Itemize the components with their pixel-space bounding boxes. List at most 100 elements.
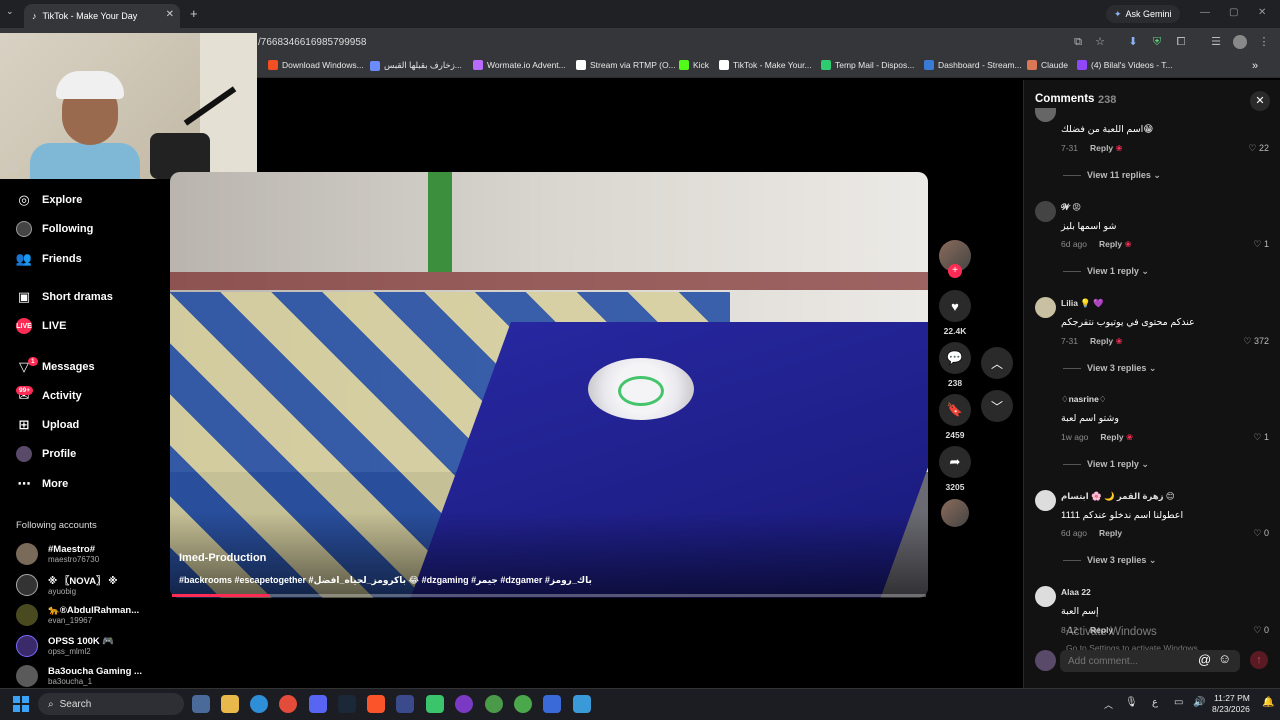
emoji-icon[interactable]: ☺	[1218, 651, 1231, 666]
bookmark-0[interactable]: Download Windows...	[268, 60, 364, 70]
view-replies-button[interactable]: View 3 replies ⌄	[1063, 555, 1156, 566]
comment-input[interactable]	[1060, 650, 1240, 672]
profile-avatar-icon[interactable]	[1233, 35, 1247, 49]
view-replies-button[interactable]: View 3 replies ⌄	[1063, 363, 1156, 374]
bookmark-star-icon[interactable]: ☆	[1093, 35, 1107, 49]
sidebar-item-short-dramas[interactable]: ▣ Short dramas	[16, 289, 113, 305]
avatar[interactable]	[1035, 201, 1056, 222]
bookmark-6[interactable]: Temp Mail - Dispos...	[821, 60, 914, 70]
app-icon[interactable]	[426, 695, 444, 713]
app-icon[interactable]	[573, 695, 591, 713]
sidebar-item-upload[interactable]: ⊞ Upload	[16, 417, 80, 433]
app-icon[interactable]	[543, 695, 561, 713]
discord-icon[interactable]	[309, 695, 327, 713]
extensions-icon[interactable]: ⧠	[1174, 35, 1188, 49]
share-button[interactable]: ➦ 3205	[938, 446, 972, 492]
comment-username[interactable]: 𝓦 😡	[1061, 202, 1081, 213]
reply-button[interactable]: Reply	[1099, 528, 1122, 538]
following-account[interactable]: OPSS 100K 🎮 opss_mlml2	[16, 635, 114, 657]
file-explorer-icon[interactable]	[221, 695, 239, 713]
ask-gemini-button[interactable]: ✦ Ask Gemini	[1106, 5, 1180, 23]
windows-start-button[interactable]	[13, 696, 29, 712]
edge-icon[interactable]	[250, 695, 268, 713]
bookmark-2[interactable]: Wormate.io Advent...	[473, 60, 566, 70]
reply-button[interactable]: Reply	[1090, 336, 1113, 346]
comment-like-button[interactable]: ♡ 0	[1253, 528, 1269, 539]
sidebar-item-profile[interactable]: Profile	[16, 446, 76, 462]
bookmark-1[interactable]: زخارف بقبلها القبس...	[370, 60, 462, 71]
follow-plus-icon[interactable]: +	[948, 264, 962, 278]
taskview-icon[interactable]	[192, 695, 210, 713]
following-account[interactable]: Ba3oucha Gaming ... ba3oucha_1	[16, 665, 142, 687]
reply-button[interactable]: Reply	[1099, 239, 1122, 249]
comment-like-button[interactable]: ♡ 1	[1253, 239, 1269, 250]
close-tab-icon[interactable]: ✕	[166, 9, 174, 20]
avatar[interactable]	[1035, 297, 1056, 318]
maximize-icon[interactable]: ▢	[1229, 7, 1238, 18]
bookmark-5[interactable]: TikTok - Make Your...	[719, 60, 812, 70]
save-button[interactable]: 🔖 2459	[938, 394, 972, 440]
next-video-button[interactable]: ﹀	[981, 390, 1013, 422]
avatar[interactable]	[1035, 586, 1056, 607]
download-icon[interactable]: ⬇	[1126, 35, 1140, 49]
bookmarks-overflow-icon[interactable]: »	[1252, 60, 1258, 72]
video-player[interactable]	[170, 172, 928, 598]
view-replies-button[interactable]: View 1 reply ⌄	[1063, 459, 1149, 470]
sidebar-item-following[interactable]: Following	[16, 221, 93, 237]
taskbar-clock[interactable]: 11:27 PM 8/23/2026	[1212, 693, 1250, 715]
comment-like-button[interactable]: ♡ 22	[1248, 143, 1269, 154]
tray-chevron-icon[interactable]: ︿	[1104, 698, 1113, 711]
reply-button[interactable]: Reply	[1100, 432, 1123, 442]
sidebar-item-friends[interactable]: 👥 Friends	[16, 251, 82, 267]
steam-icon[interactable]	[338, 695, 356, 713]
browser-tab[interactable]: ♪ TikTok - Make Your Day ✕	[24, 4, 180, 28]
notifications-icon[interactable]: 🔔	[1262, 697, 1274, 708]
close-window-icon[interactable]: ✕	[1258, 7, 1266, 18]
creator-avatar-button[interactable]: +	[938, 240, 972, 278]
address-bar[interactable]: /7668346616985799958	[258, 37, 366, 48]
new-tab-button[interactable]: +	[190, 6, 198, 21]
bookmark-9[interactable]: (4) Bilal's Videos - T...	[1077, 60, 1173, 70]
previous-video-button[interactable]: ︿	[981, 347, 1013, 379]
chrome-icon[interactable]	[279, 695, 297, 713]
following-account[interactable]: ※ 〖NOVA〗 ※ ayuobig	[16, 573, 118, 596]
comment-username[interactable]: زهرة القمر 🌙 🌸 ابتسام 😊	[1061, 491, 1175, 502]
video-author[interactable]: Imed-Production	[179, 552, 266, 564]
shield-icon[interactable]: ⛨	[1150, 35, 1164, 49]
language-indicator[interactable]: ع	[1152, 697, 1158, 708]
brave-icon[interactable]	[367, 695, 385, 713]
minimize-icon[interactable]: —	[1200, 7, 1210, 18]
reading-list-icon[interactable]: ☰	[1209, 35, 1223, 49]
send-comment-button[interactable]: ↑	[1250, 651, 1268, 669]
comment-button[interactable]: 💬 238	[938, 342, 972, 388]
avatar[interactable]	[1035, 490, 1056, 511]
view-replies-button[interactable]: View 1 reply ⌄	[1063, 266, 1149, 277]
chrome-profile-icon[interactable]	[485, 695, 503, 713]
app-icon[interactable]	[396, 695, 414, 713]
menu-icon[interactable]: ⋮	[1257, 35, 1271, 49]
sidebar-item-explore[interactable]: ◎ Explore	[16, 192, 82, 208]
bookmark-7[interactable]: Dashboard - Stream...	[924, 60, 1022, 70]
sound-avatar-button[interactable]	[938, 499, 972, 527]
obs-icon[interactable]	[455, 695, 473, 713]
reply-button[interactable]: Reply	[1090, 143, 1113, 153]
close-comments-button[interactable]: ✕	[1250, 91, 1270, 111]
volume-icon[interactable]: 🔊	[1193, 697, 1205, 708]
network-icon[interactable]: ▭	[1174, 697, 1183, 708]
view-replies-button[interactable]: View 11 replies ⌄	[1063, 170, 1161, 181]
video-progress-bar[interactable]	[172, 594, 926, 597]
bookmark-8[interactable]: Claude	[1027, 60, 1068, 70]
bookmark-3[interactable]: Stream via RTMP (O...	[576, 60, 676, 70]
mention-icon[interactable]: @	[1198, 652, 1211, 667]
comment-like-button[interactable]: ♡ 0	[1253, 625, 1269, 636]
chrome-profile-icon[interactable]	[514, 695, 532, 713]
install-app-icon[interactable]: ⧉	[1071, 35, 1085, 49]
like-button[interactable]: ♥ 22.4K	[938, 290, 972, 336]
taskbar-search[interactable]: ⌕ Search	[38, 693, 184, 715]
tab-search-icon[interactable]: ⌄	[6, 6, 14, 17]
microphone-icon[interactable]: 🎙	[1125, 697, 1138, 708]
following-account[interactable]: #Maestro# maestro76730	[16, 543, 99, 565]
sidebar-item-more[interactable]: ⋯ More	[16, 476, 69, 492]
sidebar-item-live[interactable]: LIVE LIVE	[16, 318, 66, 334]
bookmark-4[interactable]: Kick	[679, 60, 709, 70]
